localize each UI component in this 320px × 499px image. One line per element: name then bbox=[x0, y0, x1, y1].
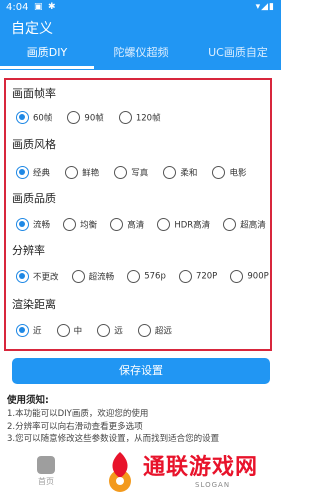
radio-button[interactable] bbox=[127, 270, 141, 283]
watermark-logo-icon bbox=[109, 452, 131, 492]
save-settings-button[interactable]: 保存设置 bbox=[12, 358, 270, 384]
section-title-resolution: 分辨率 bbox=[12, 244, 45, 257]
usage-note-line: 3.您可以随意修改这些参数设置，从而找到适合您的设置 bbox=[7, 434, 220, 444]
radio-button[interactable] bbox=[118, 111, 132, 124]
radio-option[interactable]: 经典 bbox=[16, 166, 50, 179]
radio-option[interactable]: 超远 bbox=[137, 324, 172, 337]
radio-option[interactable]: 远 bbox=[97, 324, 123, 337]
section-title-frame-rate: 画面帧率 bbox=[12, 87, 56, 100]
radio-button[interactable] bbox=[137, 324, 151, 337]
photo-icon: ▣ bbox=[34, 2, 43, 12]
radio-button[interactable] bbox=[16, 324, 29, 337]
radio-option[interactable]: 120帧 bbox=[118, 111, 161, 124]
watermark-slogan: SLOGAN bbox=[195, 481, 231, 489]
radio-option[interactable]: 90帧 bbox=[67, 111, 104, 124]
tab-uc-custom[interactable]: UC画质自定 bbox=[188, 40, 281, 70]
battery-icon: ▮ bbox=[269, 2, 275, 12]
radio-option[interactable]: 超流畅 bbox=[71, 270, 114, 283]
radio-button[interactable] bbox=[16, 270, 29, 283]
radio-button[interactable] bbox=[16, 111, 29, 124]
radio-button[interactable] bbox=[110, 218, 124, 231]
radio-group-render-distance: 近 中 远 超远 bbox=[16, 320, 182, 337]
radio-option[interactable]: 均衡 bbox=[63, 218, 97, 231]
radio-button[interactable] bbox=[223, 218, 237, 231]
radio-button[interactable] bbox=[71, 270, 85, 283]
section-title-quality: 画质品质 bbox=[12, 192, 56, 205]
app-bar: 自定义 bbox=[0, 16, 281, 40]
bug-icon: ✱ bbox=[48, 2, 56, 12]
radio-button[interactable] bbox=[63, 218, 77, 231]
usage-note-line: 2.分辨率可以向右滑动查看更多选项 bbox=[7, 421, 143, 432]
radio-group-frame-rate: 60帧 90帧 120帧 bbox=[16, 107, 171, 124]
page-title: 自定义 bbox=[11, 21, 53, 37]
radio-button[interactable] bbox=[67, 111, 81, 124]
radio-option[interactable]: 流畅 bbox=[16, 218, 50, 231]
radio-button[interactable] bbox=[230, 270, 244, 283]
section-title-render-distance: 渲染距离 bbox=[12, 298, 56, 311]
status-right-icons: ▾◢▮ bbox=[256, 2, 275, 12]
radio-option[interactable]: 900P bbox=[230, 270, 269, 283]
radio-option[interactable]: 720P bbox=[178, 270, 217, 283]
radio-option[interactable]: 近 bbox=[16, 324, 42, 337]
watermark: 通联游戏网 SLOGAN bbox=[97, 446, 281, 499]
radio-option[interactable]: 柔和 bbox=[163, 166, 197, 179]
radio-option[interactable]: 电影 bbox=[212, 166, 246, 179]
tab-indicator bbox=[0, 66, 94, 69]
radio-option[interactable]: 中 bbox=[56, 324, 82, 337]
nav-label-home: 首页 bbox=[38, 477, 54, 486]
status-time: 4:04 bbox=[6, 2, 29, 13]
radio-button[interactable] bbox=[163, 166, 177, 179]
radio-group-resolution: 不更改 超流畅 576p 720P 900P bbox=[16, 266, 269, 283]
radio-button[interactable] bbox=[16, 218, 29, 231]
radio-option[interactable]: 576p bbox=[127, 270, 166, 283]
usage-note-line: 1.本功能可以DIY画质，欢迎您的使用 bbox=[7, 409, 149, 419]
tab-gyro-overclock[interactable]: 陀螺仪超频 bbox=[94, 40, 188, 70]
radio-option[interactable]: 高清 bbox=[110, 218, 144, 231]
radio-button[interactable] bbox=[16, 166, 29, 179]
usage-notes-title: 使用须知: bbox=[7, 395, 49, 406]
status-bar: 4:04 ▣ ✱ ▾◢▮ bbox=[0, 0, 281, 16]
radio-group-quality: 流畅 均衡 高清 HDR高清 超高清 bbox=[16, 214, 266, 231]
radio-option[interactable]: 不更改 bbox=[16, 270, 59, 283]
usage-notes: 使用须知: 1.本功能可以DIY画质，欢迎您的使用 2.分辨率可以向右滑动查看更… bbox=[7, 392, 277, 446]
radio-button[interactable] bbox=[114, 166, 128, 179]
radio-option[interactable]: 超高清 bbox=[223, 218, 266, 231]
radio-group-style: 经典 鲜艳 写真 柔和 电影 bbox=[16, 162, 256, 179]
section-title-style: 画质风格 bbox=[12, 138, 56, 151]
radio-option[interactable]: 鲜艳 bbox=[65, 166, 99, 179]
radio-button[interactable] bbox=[97, 324, 111, 337]
signal-icon: ◢ bbox=[261, 2, 270, 12]
home-icon bbox=[37, 456, 55, 474]
nav-item-home[interactable]: 首页 bbox=[30, 456, 62, 487]
radio-button[interactable] bbox=[65, 166, 79, 179]
radio-button[interactable] bbox=[56, 324, 70, 337]
radio-button[interactable] bbox=[157, 218, 171, 231]
radio-option[interactable]: 写真 bbox=[114, 166, 148, 179]
radio-option[interactable]: 60帧 bbox=[16, 111, 52, 124]
radio-button[interactable] bbox=[178, 270, 192, 283]
radio-option[interactable]: HDR高清 bbox=[157, 218, 210, 231]
watermark-text: 通联游戏网 bbox=[143, 455, 259, 480]
radio-button[interactable] bbox=[212, 166, 226, 179]
